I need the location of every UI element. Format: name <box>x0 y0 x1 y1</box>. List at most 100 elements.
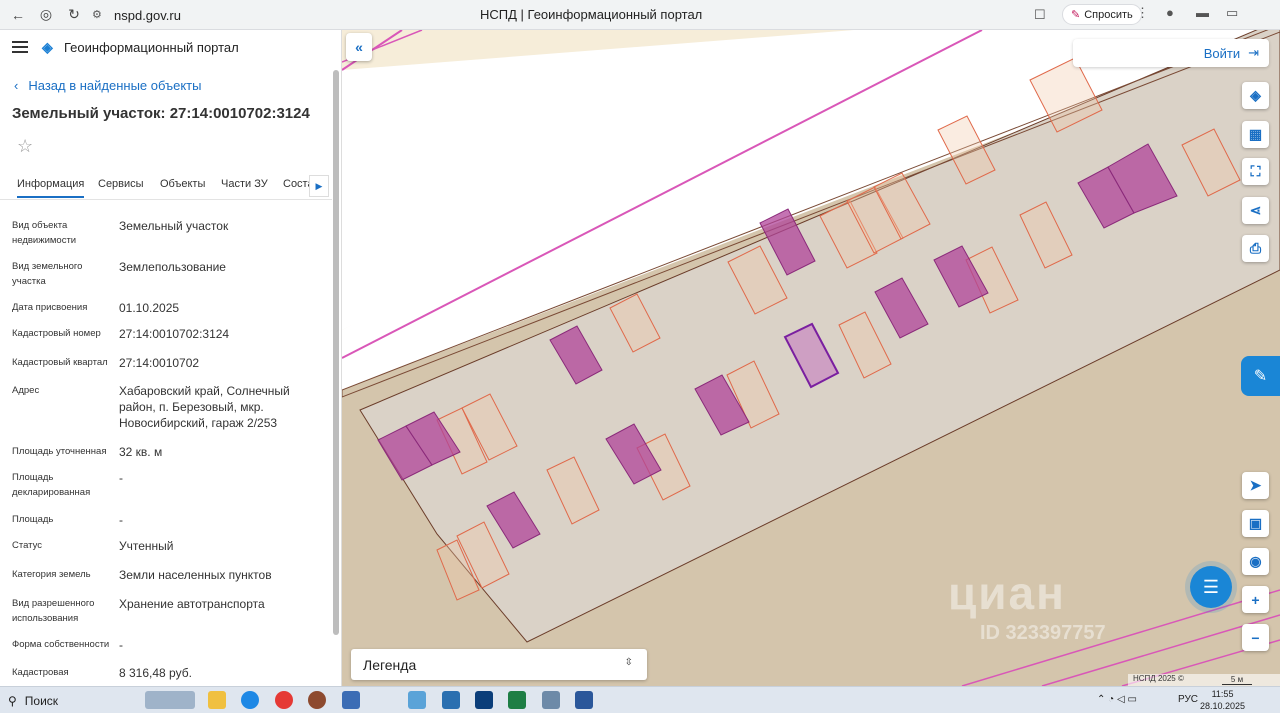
bookmark-icon[interactable]: ☐ <box>1034 7 1046 23</box>
select-area-button[interactable]: ⛶ <box>1242 158 1269 185</box>
clock[interactable]: 11:55 28.10.2025 <box>1200 688 1245 712</box>
navigation-arrow-icon: ➤ <box>1249 477 1262 493</box>
os-taskbar: ⚲ Поиск ⌃ ◔ ◁ ▭ РУС 11:55 28.10.2025 <box>0 686 1280 713</box>
row-value: - <box>119 471 123 485</box>
menu-icon[interactable] <box>12 41 28 53</box>
word-icon[interactable] <box>575 691 593 709</box>
locate-button[interactable]: ➤ <box>1242 472 1269 499</box>
row-label: Вид объекта недвижимости <box>12 220 77 246</box>
back-link[interactable]: ‹ Назад в найденные объекты <box>14 78 201 93</box>
tab-icon[interactable]: ▬ <box>1196 5 1209 20</box>
minus-icon: − <box>1251 629 1260 646</box>
reload-icon[interactable]: ↻ <box>64 5 84 25</box>
excel-icon[interactable] <box>508 691 526 709</box>
ask-button[interactable]: ✎ Спросить <box>1062 4 1142 25</box>
app-icon[interactable] <box>342 691 360 709</box>
collapse-panel-button[interactable]: « <box>346 33 372 61</box>
file-explorer-icon[interactable] <box>208 691 226 709</box>
row-value: Хабаровский край, Солнечный район, п. Бе… <box>119 384 290 430</box>
ask-icon: ✎ <box>1071 9 1081 21</box>
layers-button[interactable]: ◈ <box>1242 82 1269 109</box>
row-value: 27:14:0010702 <box>119 356 200 370</box>
more-icon[interactable]: ⋮ <box>1136 5 1149 21</box>
extension-icon[interactable]: ● <box>1166 5 1174 20</box>
legend-label: Легенда <box>363 656 417 673</box>
chevron-left-icon: ‹ <box>14 78 19 93</box>
row-label: Вид разрешенного использования <box>12 598 95 624</box>
measure-button[interactable]: ▦ <box>1242 121 1269 148</box>
print-icon: ⎙ <box>1249 240 1262 256</box>
share-button[interactable]: ⋖ <box>1242 197 1269 224</box>
search-icon: ⚲ <box>8 694 17 708</box>
row-value: Землепользование <box>119 260 226 274</box>
login-label: Войти <box>1203 45 1241 61</box>
row-label: Вид земельного участка <box>12 261 83 287</box>
site-info-icon[interactable]: ⚙ <box>92 8 106 22</box>
tab-bar: Информация Сервисы Объекты Части ЗУ Сост… <box>0 170 332 200</box>
edge-icon[interactable] <box>241 691 259 709</box>
language-indicator[interactable]: РУС <box>1178 694 1198 705</box>
address-bar[interactable]: ⚙ nspd.gov.ru <box>92 4 392 26</box>
row-value: 27:14:0010702:3124 <box>119 327 230 341</box>
url-text: nspd.gov.ru <box>114 7 181 23</box>
yandex-browser-icon[interactable] <box>275 691 293 709</box>
app-icon[interactable] <box>308 691 326 709</box>
row-label: Статус <box>12 540 43 551</box>
tab-information[interactable]: Информация <box>17 178 85 198</box>
row-label: Кадастровая <box>12 667 69 678</box>
geolocation-icon: ◉ <box>1249 553 1262 569</box>
row-value: 32 кв. м <box>119 445 163 459</box>
browser-toolbar: ← ◎ ↻ ⚙ nspd.gov.ru НСПД | Геоинформацио… <box>0 0 1280 30</box>
app-icon[interactable] <box>475 691 493 709</box>
layers-icon: ◈ <box>1250 87 1261 103</box>
print-button[interactable]: ⎙ <box>1242 235 1269 262</box>
row-label: Кадастровый номер <box>12 328 101 339</box>
window-title: НСПД | Геоинформационный портал <box>480 7 703 22</box>
row-label: Площадь декларированная <box>12 472 91 498</box>
chevron-updown-icon: ⇳ <box>624 657 633 668</box>
row-label: Адрес <box>12 385 40 396</box>
widget-icon[interactable] <box>145 691 195 709</box>
back-arrow-icon[interactable]: ← <box>8 5 28 25</box>
row-label: Категория земель <box>12 569 91 580</box>
clock-date: 28.10.2025 <box>1200 701 1246 711</box>
map-canvas[interactable]: циан ID 323397757 <box>342 30 1280 686</box>
tab-objects[interactable]: Объекты <box>160 178 205 190</box>
favorite-star-icon[interactable]: ☆ <box>17 136 33 157</box>
row-value: Хранение автотранспорта <box>119 597 265 611</box>
ask-label: Спросить <box>1084 8 1133 21</box>
row-label: Площадь <box>12 514 54 525</box>
ruler-icon: ▦ <box>1248 126 1263 142</box>
row-label: Площадь уточненная <box>12 446 107 457</box>
feedback-icon: ✎ <box>1253 368 1268 385</box>
copyright: НСПД 2025 © <box>1128 674 1280 686</box>
chat-button[interactable]: ☰ <box>1190 566 1232 608</box>
app-icon[interactable] <box>408 691 426 709</box>
profile-icon[interactable]: ◎ <box>36 5 56 25</box>
geo-button[interactable]: ◉ <box>1242 548 1269 575</box>
minimap-button[interactable]: ▣ <box>1242 510 1269 537</box>
tab-land-parts[interactable]: Части ЗУ <box>221 178 268 190</box>
panel-header: ◈ Геоинформационный портал <box>0 30 332 64</box>
row-label: Кадастровый квартал <box>12 357 108 368</box>
tab-scroll-right-icon[interactable]: ▶ <box>309 175 329 197</box>
row-value: - <box>119 638 123 652</box>
tab-services[interactable]: Сервисы <box>98 178 144 190</box>
login-icon: ⇥ <box>1248 45 1259 60</box>
legend-dropdown[interactable]: Легенда ⇳ <box>351 649 647 680</box>
clock-time: 11:55 <box>1211 689 1234 699</box>
cadastral-map[interactable] <box>342 30 1280 686</box>
zoom-out-button[interactable]: − <box>1242 624 1269 651</box>
minimap-icon: ▣ <box>1248 515 1263 531</box>
downloads-icon[interactable]: ▭ <box>1226 5 1238 21</box>
panel-scrollbar[interactable] <box>333 70 339 635</box>
app-icon[interactable] <box>542 691 560 709</box>
row-value: - <box>119 513 123 527</box>
tray-icons[interactable]: ⌃ ◔ ◁ ▭ <box>1097 694 1137 705</box>
login-button[interactable]: Войти ⇥ <box>1073 39 1269 67</box>
row-label: Форма собственности <box>12 639 110 650</box>
app-icon[interactable] <box>442 691 460 709</box>
feedback-tab[interactable]: ✎ <box>1241 356 1280 396</box>
zoom-in-button[interactable]: + <box>1242 586 1269 613</box>
row-label: Дата присвоения <box>12 302 88 313</box>
